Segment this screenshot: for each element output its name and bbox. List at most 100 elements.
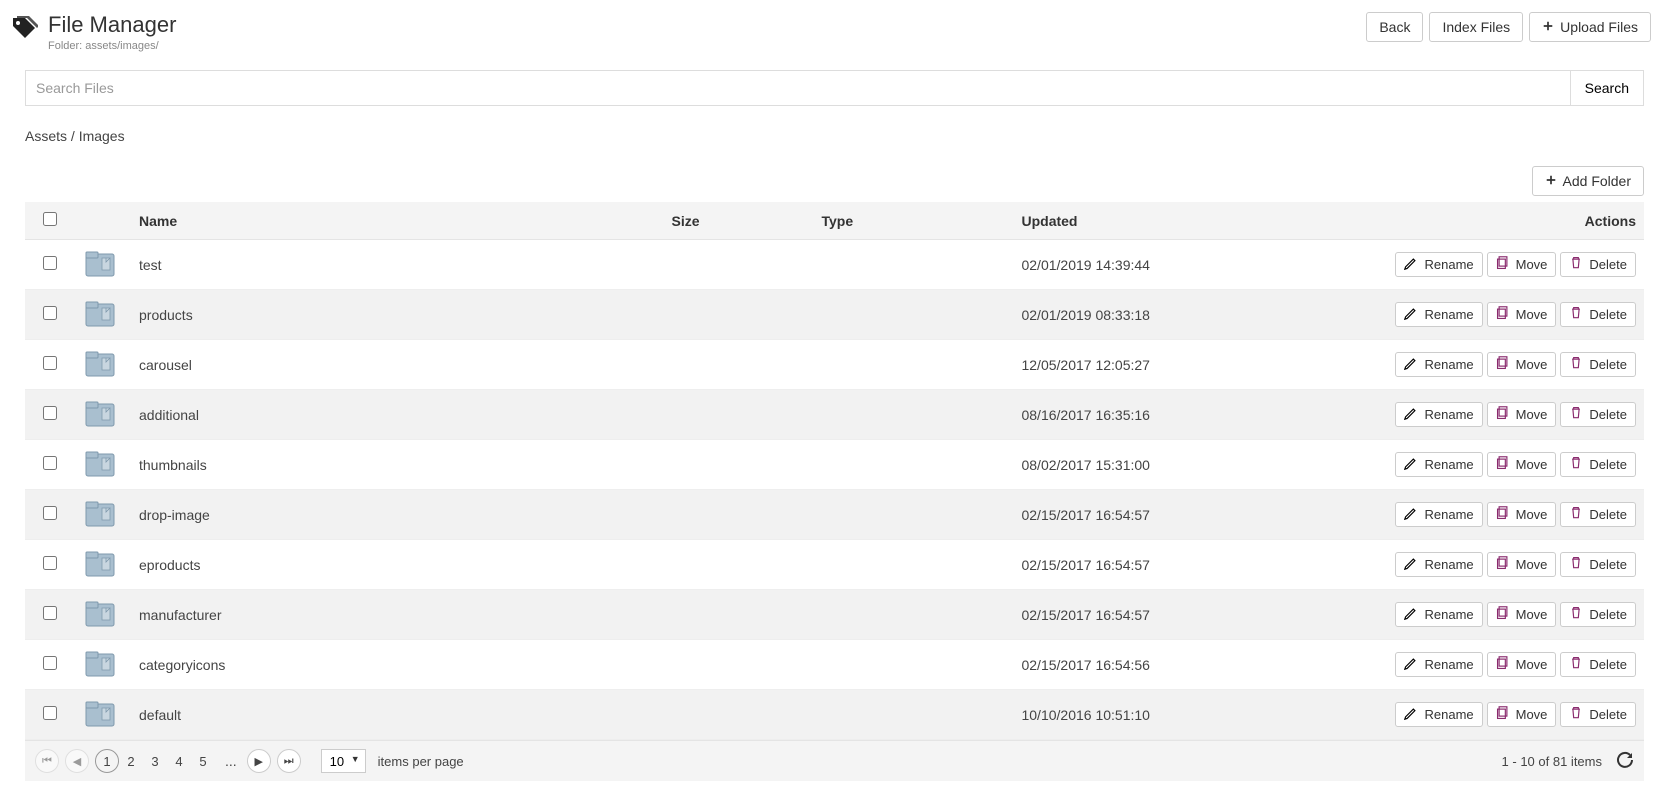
search-input[interactable]: [25, 70, 1570, 106]
move-button[interactable]: Move: [1487, 252, 1557, 277]
per-page-label: items per page: [378, 754, 464, 769]
file-name[interactable]: categoryicons: [139, 657, 225, 673]
col-header-name[interactable]: Name: [131, 202, 663, 240]
move-button[interactable]: Move: [1487, 702, 1557, 727]
file-name[interactable]: default: [139, 707, 181, 723]
file-name[interactable]: carousel: [139, 357, 192, 373]
pencil-icon: [1404, 306, 1418, 323]
breadcrumb-images[interactable]: Images: [79, 128, 125, 144]
move-button[interactable]: Move: [1487, 352, 1557, 377]
rename-button[interactable]: Rename: [1395, 352, 1482, 377]
row-checkbox[interactable]: [43, 506, 57, 520]
move-button[interactable]: Move: [1487, 452, 1557, 477]
pager-last[interactable]: ⏭: [277, 749, 301, 773]
move-button[interactable]: Move: [1487, 302, 1557, 327]
copy-icon: [1496, 656, 1510, 673]
file-name[interactable]: thumbnails: [139, 457, 207, 473]
pager-prev[interactable]: ◀: [65, 749, 89, 773]
copy-icon: [1496, 506, 1510, 523]
delete-button[interactable]: Delete: [1560, 302, 1636, 327]
pager-next[interactable]: ▶: [247, 749, 271, 773]
rename-button[interactable]: Rename: [1395, 502, 1482, 527]
delete-button[interactable]: Delete: [1560, 252, 1636, 277]
rename-button[interactable]: Rename: [1395, 452, 1482, 477]
page-number[interactable]: 1: [95, 749, 119, 773]
refresh-icon[interactable]: [1616, 751, 1634, 772]
file-updated: 02/15/2017 16:54:57: [1021, 507, 1149, 523]
pencil-icon: [1404, 256, 1418, 273]
delete-button[interactable]: Delete: [1560, 352, 1636, 377]
upload-files-button[interactable]: Upload Files: [1529, 12, 1651, 42]
page-size-select[interactable]: 10: [321, 749, 366, 773]
move-button[interactable]: Move: [1487, 502, 1557, 527]
page-title: File Manager: [48, 12, 176, 38]
pencil-icon: [1404, 656, 1418, 673]
col-header-updated[interactable]: Updated: [1013, 202, 1383, 240]
row-checkbox[interactable]: [43, 256, 57, 270]
move-button[interactable]: Move: [1487, 652, 1557, 677]
delete-button[interactable]: Delete: [1560, 602, 1636, 627]
copy-icon: [1496, 356, 1510, 373]
delete-button[interactable]: Delete: [1560, 552, 1636, 577]
row-checkbox[interactable]: [43, 656, 57, 670]
col-header-size[interactable]: Size: [663, 202, 813, 240]
back-button[interactable]: Back: [1366, 12, 1423, 42]
rename-button[interactable]: Rename: [1395, 552, 1482, 577]
file-name[interactable]: additional: [139, 407, 199, 423]
move-button[interactable]: Move: [1487, 402, 1557, 427]
file-name[interactable]: drop-image: [139, 507, 210, 523]
table-row: additional08/16/2017 16:35:16RenameMoveD…: [25, 390, 1644, 440]
delete-button[interactable]: Delete: [1560, 452, 1636, 477]
copy-icon: [1496, 606, 1510, 623]
upload-files-label: Upload Files: [1560, 19, 1638, 35]
rename-button[interactable]: Rename: [1395, 252, 1482, 277]
row-checkbox[interactable]: [43, 456, 57, 470]
breadcrumb-assets[interactable]: Assets: [25, 128, 67, 144]
rename-button[interactable]: Rename: [1395, 652, 1482, 677]
file-name[interactable]: products: [139, 307, 193, 323]
index-files-button[interactable]: Index Files: [1429, 12, 1523, 42]
tags-icon: [10, 16, 38, 43]
delete-button[interactable]: Delete: [1560, 702, 1636, 727]
page-number[interactable]: 3: [143, 749, 167, 773]
table-row: test02/01/2019 14:39:44RenameMoveDelete: [25, 240, 1644, 290]
pencil-icon: [1404, 556, 1418, 573]
add-folder-button[interactable]: Add Folder: [1532, 166, 1644, 196]
row-checkbox[interactable]: [43, 606, 57, 620]
delete-button[interactable]: Delete: [1560, 402, 1636, 427]
rename-button[interactable]: Rename: [1395, 402, 1482, 427]
pager-ellipsis: ...: [221, 753, 241, 769]
pencil-icon: [1404, 356, 1418, 373]
row-checkbox[interactable]: [43, 356, 57, 370]
move-button[interactable]: Move: [1487, 552, 1557, 577]
copy-icon: [1496, 706, 1510, 723]
row-checkbox[interactable]: [43, 406, 57, 420]
move-button[interactable]: Move: [1487, 602, 1557, 627]
select-all-checkbox[interactable]: [43, 212, 57, 226]
file-name[interactable]: test: [139, 257, 162, 273]
table-row: default10/10/2016 10:51:10RenameMoveDele…: [25, 690, 1644, 740]
trash-icon: [1569, 356, 1583, 373]
file-name[interactable]: manufacturer: [139, 607, 221, 623]
delete-button[interactable]: Delete: [1560, 502, 1636, 527]
rename-button[interactable]: Rename: [1395, 702, 1482, 727]
table-row: eproducts02/15/2017 16:54:57RenameMoveDe…: [25, 540, 1644, 590]
file-name[interactable]: eproducts: [139, 557, 200, 573]
folder-icon: [83, 615, 117, 631]
folder-icon: [83, 465, 117, 481]
folder-path: Folder: assets/images/: [48, 40, 176, 52]
rename-button[interactable]: Rename: [1395, 302, 1482, 327]
row-checkbox[interactable]: [43, 556, 57, 570]
row-checkbox[interactable]: [43, 306, 57, 320]
delete-button[interactable]: Delete: [1560, 652, 1636, 677]
col-header-actions: Actions: [1383, 202, 1644, 240]
page-number[interactable]: 4: [167, 749, 191, 773]
rename-button[interactable]: Rename: [1395, 602, 1482, 627]
page-number[interactable]: 5: [191, 749, 215, 773]
row-checkbox[interactable]: [43, 706, 57, 720]
page-number[interactable]: 2: [119, 749, 143, 773]
pager-first[interactable]: ⏮: [35, 749, 59, 773]
trash-icon: [1569, 556, 1583, 573]
search-button[interactable]: Search: [1570, 70, 1644, 106]
col-header-type[interactable]: Type: [813, 202, 1013, 240]
